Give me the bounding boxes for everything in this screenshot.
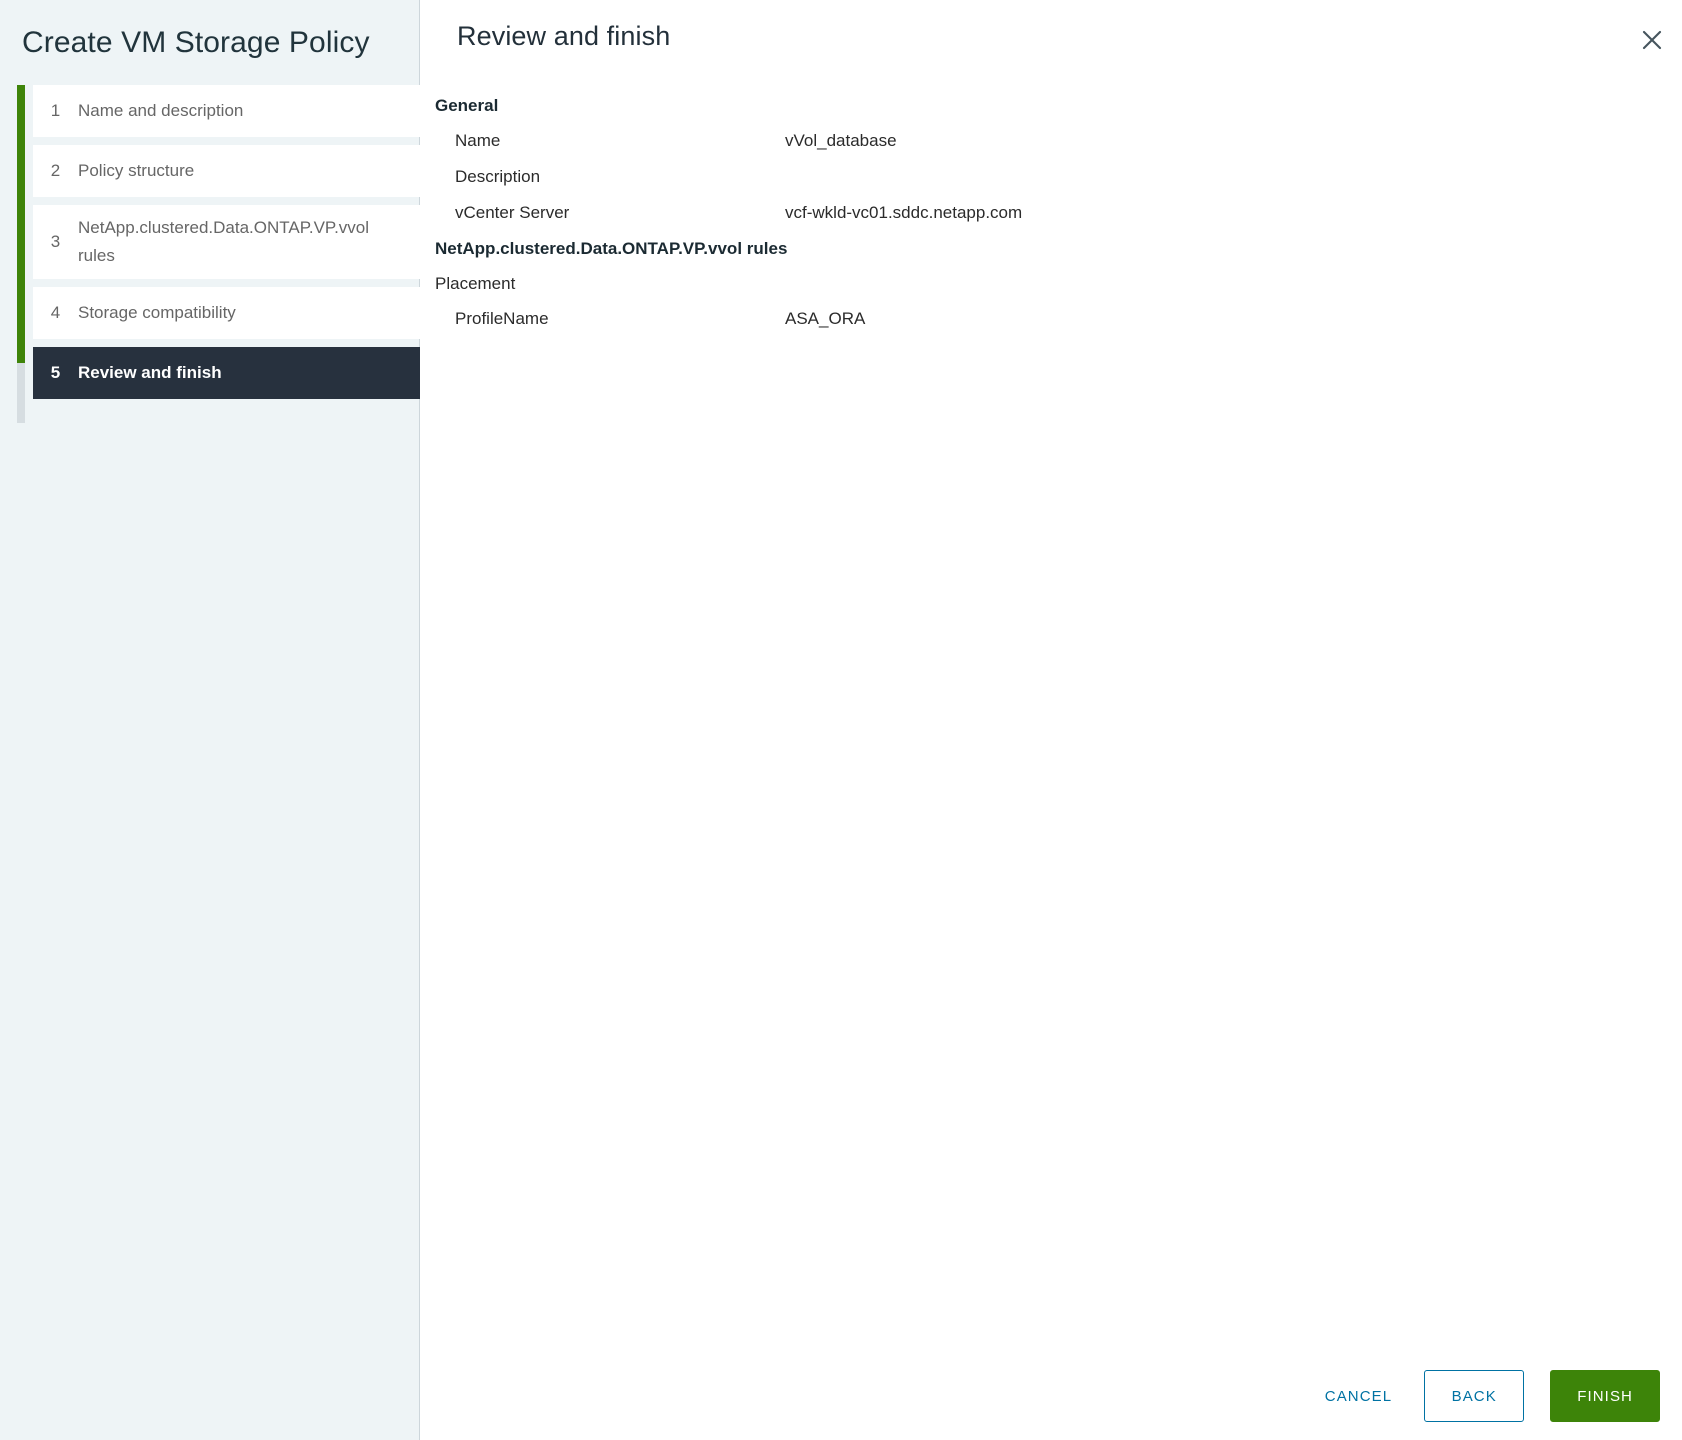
wizard-sidebar: Create VM Storage Policy 1 Name and desc… xyxy=(0,0,420,1440)
wizard-content-panel: Review and finish General Name vVol_data… xyxy=(420,0,1682,1440)
wizard-footer: CANCEL BACK FINISH xyxy=(420,1368,1682,1424)
wizard-title: Create VM Storage Policy xyxy=(0,0,419,62)
cancel-button[interactable]: CANCEL xyxy=(1303,1370,1414,1422)
create-vm-storage-policy-wizard: Create VM Storage Policy 1 Name and desc… xyxy=(0,0,1682,1440)
sidebar-step-review-and-finish[interactable]: 5 Review and finish xyxy=(33,347,420,399)
finish-button[interactable]: FINISH xyxy=(1550,1370,1660,1422)
summary-value: vcf-wkld-vc01.sddc.netapp.com xyxy=(785,200,1022,226)
close-button[interactable] xyxy=(1634,22,1670,58)
close-icon xyxy=(1641,29,1663,51)
step-label: Policy structure xyxy=(78,157,210,185)
page-title: Review and finish xyxy=(420,0,1682,54)
progress-rail-completed xyxy=(17,85,25,363)
step-label: Name and description xyxy=(78,97,259,125)
step-number: 3 xyxy=(33,232,78,252)
general-section-heading: General xyxy=(435,93,1682,119)
step-number: 2 xyxy=(33,161,78,181)
sidebar-step-storage-compatibility[interactable]: 4 Storage compatibility xyxy=(33,287,420,339)
summary-key: Name xyxy=(455,128,785,154)
sidebar-step-policy-structure[interactable]: 2 Policy structure xyxy=(33,145,420,197)
summary-key: ProfileName xyxy=(455,306,785,332)
sidebar-step-name-and-description[interactable]: 1 Name and description xyxy=(33,85,420,137)
summary-key: vCenter Server xyxy=(455,200,785,226)
sidebar-step-vvol-rules[interactable]: 3 NetApp.clustered.Data.ONTAP.VP.vvol ru… xyxy=(33,205,420,279)
summary-row-description: Description xyxy=(435,164,1682,190)
placement-subsection-heading: Placement xyxy=(435,271,1682,297)
summary-row-vcenter-server: vCenter Server vcf-wkld-vc01.sddc.netapp… xyxy=(435,200,1682,226)
wizard-steps-container: 1 Name and description 2 Policy structur… xyxy=(0,85,419,399)
summary-row-profilename: ProfileName ASA_ORA xyxy=(435,306,1682,332)
summary-row-name: Name vVol_database xyxy=(435,128,1682,154)
step-label: Review and finish xyxy=(78,359,238,387)
step-label: Storage compatibility xyxy=(78,299,252,327)
summary-value: ASA_ORA xyxy=(785,306,865,332)
step-number: 5 xyxy=(33,363,78,383)
step-label: NetApp.clustered.Data.ONTAP.VP.vvol rule… xyxy=(78,214,420,270)
review-summary: General Name vVol_database Description v… xyxy=(420,54,1682,332)
wizard-step-list: 1 Name and description 2 Policy structur… xyxy=(33,85,420,399)
step-number: 1 xyxy=(33,101,78,121)
summary-key: Description xyxy=(455,164,785,190)
progress-rail xyxy=(17,85,25,423)
summary-value: vVol_database xyxy=(785,128,897,154)
step-number: 4 xyxy=(33,303,78,323)
vvol-rules-section-heading: NetApp.clustered.Data.ONTAP.VP.vvol rule… xyxy=(435,236,1682,262)
back-button[interactable]: BACK xyxy=(1424,1370,1524,1422)
